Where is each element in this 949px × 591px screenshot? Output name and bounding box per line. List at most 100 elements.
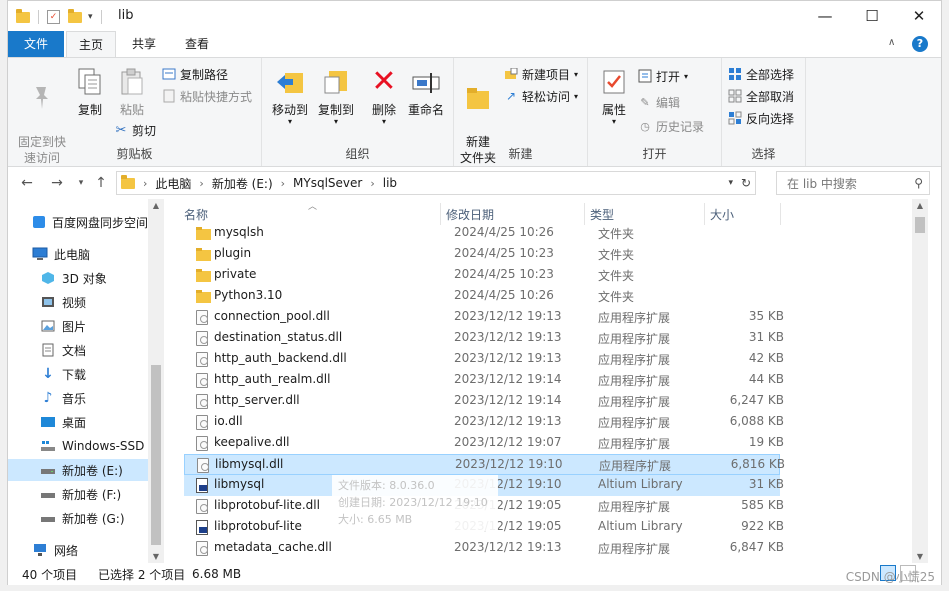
open-icon xyxy=(638,69,652,83)
cut-button[interactable]: ✂ 剪切 xyxy=(114,120,156,140)
select-all-button[interactable]: 全部选择 xyxy=(728,64,794,84)
easy-access-button[interactable]: ↗ 轻松访问 ▾ xyxy=(504,86,578,106)
address-bar[interactable]: › 此电脑 › 新加卷 (E:) › MYsqlSever › lib ▾ ↻ xyxy=(116,171,756,195)
nav-scroll-thumb[interactable] xyxy=(151,365,161,545)
properties-button[interactable]: 属性 ▾ xyxy=(594,66,634,126)
nav-item-3d-objects[interactable]: 3D 对象 xyxy=(8,267,148,289)
file-row[interactable]: http_auth_realm.dll 2023/12/12 19:14 应用程序扩… xyxy=(184,370,784,391)
minimize-button[interactable]: — xyxy=(802,1,848,31)
maximize-button[interactable]: ☐ xyxy=(849,1,895,31)
file-name: connection_pool.dll xyxy=(214,309,330,323)
file-row[interactable]: private 2024/4/25 10:23 文件夹 xyxy=(184,265,780,286)
file-name: destination_status.dll xyxy=(214,330,343,344)
history-button[interactable]: ◷ 历史记录 xyxy=(638,116,704,136)
address-history-chevron-icon[interactable]: ▾ xyxy=(728,178,733,188)
tab-home[interactable]: 主页 xyxy=(66,31,116,57)
dll-file-icon xyxy=(196,352,208,367)
help-icon[interactable]: ? xyxy=(912,36,928,52)
tab-view[interactable]: 查看 xyxy=(172,31,222,57)
nav-item-desktop[interactable]: 桌面 xyxy=(8,411,148,433)
tab-share[interactable]: 共享 xyxy=(120,31,168,57)
copy-path-button[interactable]: 复制路径 xyxy=(162,64,228,84)
dll-file-icon xyxy=(196,373,208,388)
paste-shortcut-button[interactable]: 粘贴快捷方式 xyxy=(162,86,252,106)
nav-item-drive-g[interactable]: 新加卷 (G:) xyxy=(8,507,148,529)
column-divider[interactable] xyxy=(704,203,705,225)
search-input[interactable]: 在 lib 中搜索 ⚲ xyxy=(776,171,930,195)
tab-file[interactable]: 文件 xyxy=(8,31,64,57)
nav-item-this-pc[interactable]: 此电脑 xyxy=(8,243,148,265)
column-header-type[interactable]: 类型 xyxy=(590,205,614,225)
invert-selection-button[interactable]: 反向选择 xyxy=(728,108,794,128)
select-all-label: 全部选择 xyxy=(746,67,795,82)
open-button[interactable]: 打开 ▾ xyxy=(638,66,688,86)
select-group: 全部选择 全部取消 反向选择 选择 xyxy=(722,58,806,166)
copy-to-button[interactable]: 复制到 ▾ xyxy=(314,66,358,126)
file-row[interactable]: connection_pool.dll 2023/12/12 19:13 应用程序扩… xyxy=(184,307,784,328)
close-button[interactable]: ✕ xyxy=(896,1,942,31)
breadcrumb-drive-e[interactable]: 新加卷 (E:) xyxy=(212,175,273,192)
file-row[interactable]: http_server.dll 2023/12/12 19:14 应用程序扩展 6,2… xyxy=(184,391,784,412)
forward-arrow-icon[interactable]: → xyxy=(46,173,68,193)
nav-item-windows-ssd[interactable]: Windows-SSD xyxy=(8,435,148,457)
file-row[interactable]: destination_status.dll 2023/12/12 19:13 应用… xyxy=(184,328,784,349)
breadcrumb-mysqlsever[interactable]: MYsqlSever xyxy=(293,176,362,190)
file-tooltip: 文件版本: 8.0.36.0 创建日期: 2023/12/12 19:10 大小… xyxy=(332,475,498,531)
nav-item-videos[interactable]: 视频 xyxy=(8,291,148,313)
nav-item-pictures[interactable]: 图片 xyxy=(8,315,148,337)
properties-check-icon[interactable]: ✓ xyxy=(47,10,60,24)
clipboard-group-label: 剪贴板 xyxy=(116,147,153,161)
nav-item-downloads[interactable]: ↓ 下载 xyxy=(8,363,148,385)
edit-button[interactable]: ✎ 编辑 xyxy=(638,92,680,112)
folder-icon xyxy=(196,289,211,304)
file-row[interactable]: mysqlsh 2024/4/25 10:26 文件夹 xyxy=(184,223,780,244)
file-scroll-thumb[interactable] xyxy=(915,217,925,233)
ribbon-collapse-icon[interactable]: ∧ xyxy=(888,37,895,48)
select-none-button[interactable]: 全部取消 xyxy=(728,86,794,106)
up-arrow-icon[interactable]: ↑ xyxy=(90,173,112,193)
paste-button[interactable]: 粘贴 xyxy=(112,66,152,118)
file-row[interactable]: plugin 2024/4/25 10:23 文件夹 xyxy=(184,244,780,265)
column-header-size[interactable]: 大小 xyxy=(710,205,734,225)
breadcrumb-this-pc[interactable]: 此电脑 xyxy=(155,175,191,192)
copy-button[interactable]: 复制 xyxy=(70,66,110,118)
nav-pane-scrollbar[interactable]: ▲ ▼ xyxy=(148,199,164,563)
file-date: 2023/12/12 19:13 xyxy=(454,330,562,344)
file-list-scrollbar[interactable]: ▲ ▼ xyxy=(912,199,928,563)
column-divider[interactable] xyxy=(440,203,441,225)
move-to-button[interactable]: 移动到 ▾ xyxy=(268,66,312,126)
nav-item-music[interactable]: ♪ 音乐 xyxy=(8,387,148,409)
column-header-date[interactable]: 修改日期 xyxy=(446,205,494,225)
file-row[interactable]: Python3.10 2024/4/25 10:26 文件夹 xyxy=(184,286,780,307)
nav-label: 音乐 xyxy=(62,391,87,406)
scroll-up-icon[interactable]: ▲ xyxy=(148,201,164,210)
new-item-button[interactable]: 新建项目 ▾ xyxy=(504,64,578,84)
file-row[interactable]: http_auth_backend.dll 2023/12/12 19:13 应用程… xyxy=(184,349,784,370)
column-divider[interactable] xyxy=(780,203,781,225)
nav-item-baidu-sync[interactable]: 百度网盘同步空间 xyxy=(8,211,148,233)
file-row[interactable]: io.dll 2023/12/12 19:13 应用程序扩展 6,088 KB xyxy=(184,412,784,433)
scroll-down-icon[interactable]: ▼ xyxy=(912,552,928,561)
file-row[interactable]: libmysql.dll 2023/12/12 19:10 应用程序扩展 6,816 … xyxy=(184,454,785,475)
chevron-down-icon[interactable]: ▾ xyxy=(88,12,93,22)
back-arrow-icon[interactable]: ← xyxy=(16,173,38,193)
refresh-icon[interactable]: ↻ xyxy=(741,176,751,190)
column-header-name[interactable]: 名称 xyxy=(184,205,208,225)
file-name: http_auth_backend.dll xyxy=(214,351,347,365)
recent-locations-chevron-icon[interactable]: ▾ xyxy=(70,173,92,193)
nav-item-drive-e[interactable]: 新加卷 (E:) xyxy=(8,459,148,481)
rename-button[interactable]: 重命名 xyxy=(404,66,448,118)
column-divider[interactable] xyxy=(584,203,585,225)
nav-item-documents[interactable]: 文档 xyxy=(8,339,148,361)
file-row[interactable]: keepalive.dll 2023/12/12 19:07 应用程序扩展 19 KB xyxy=(184,433,784,454)
nav-label: 此电脑 xyxy=(54,247,91,262)
new-folder-icon[interactable] xyxy=(68,8,82,23)
scroll-up-icon[interactable]: ▲ xyxy=(912,201,928,210)
nav-item-network[interactable]: 网络 xyxy=(8,539,148,561)
breadcrumb-lib[interactable]: lib xyxy=(383,176,397,190)
delete-button[interactable]: ✕ 删除 ▾ xyxy=(366,66,402,126)
file-type: Altium Library xyxy=(598,477,683,491)
file-row[interactable]: metadata_cache.dll 2023/12/12 19:13 应用程序扩展… xyxy=(184,538,784,559)
scroll-down-icon[interactable]: ▼ xyxy=(148,552,164,561)
nav-item-drive-f[interactable]: 新加卷 (F:) xyxy=(8,483,148,505)
